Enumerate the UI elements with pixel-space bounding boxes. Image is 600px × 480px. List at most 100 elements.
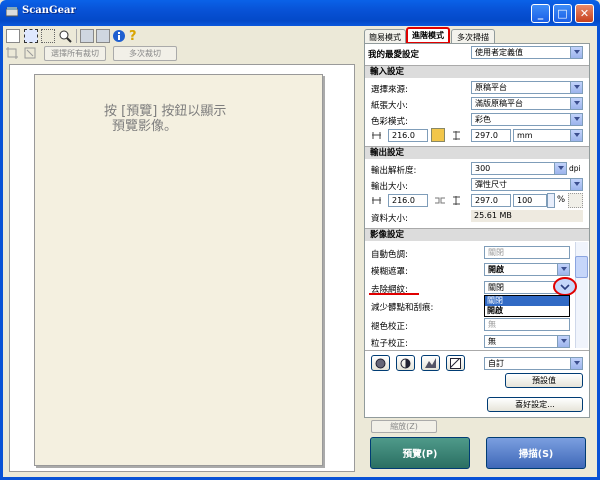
zoom-icon[interactable] [58, 29, 72, 43]
close-button[interactable]: ✕ [575, 4, 594, 23]
chevron-down-icon [557, 336, 569, 347]
scangear-app-icon [6, 7, 18, 17]
crop-frame-icon[interactable] [24, 29, 38, 43]
height-icon [453, 196, 460, 205]
auto-crop-icon [6, 47, 18, 59]
tab-advanced-mode[interactable]: 進階模式 [406, 27, 450, 44]
chevron-down-icon [554, 163, 566, 174]
fading-correction-select: 無 [484, 318, 570, 331]
rotate-left-icon[interactable] [80, 29, 94, 43]
auto-tone-select: 關閉 [484, 246, 570, 259]
output-resolution-label: 輸出解析度: [371, 166, 417, 176]
scale-spinner[interactable] [547, 193, 555, 208]
paper-size-select[interactable]: 滿版原稿平台 [471, 97, 583, 110]
image-settings-header[interactable]: 影像設定 [365, 228, 589, 241]
lock-aspect-icon[interactable] [431, 128, 445, 142]
grain-correction-label: 粒子校正: [371, 339, 408, 349]
unsharp-mask-select[interactable]: 開啟 [484, 263, 570, 276]
preview-instruction-line2: 預覽影像。 [112, 119, 178, 134]
paper-size-label: 紙張大小: [371, 101, 408, 111]
descreen-value: 關閉 [488, 283, 504, 292]
scan-button[interactable]: 掃描(S) [486, 437, 586, 469]
width-icon [372, 197, 381, 204]
minimize-button[interactable]: _ [531, 4, 550, 23]
preferences-button[interactable]: 喜好設定... [487, 397, 583, 412]
unit-select[interactable]: mm [513, 129, 583, 142]
window-title: ScanGear [22, 5, 76, 16]
data-size-value: 25.61 MB [471, 210, 583, 222]
chevron-down-icon [570, 82, 582, 93]
tone-preset-value: 自訂 [488, 359, 504, 368]
fading-correction-label: 褪色校正: [371, 322, 408, 332]
zoom-button[interactable]: 縮放(Z) [371, 420, 437, 433]
dropdown-option-on[interactable]: 開啟 [485, 306, 569, 316]
toolbar-divider [76, 29, 77, 43]
preview-instruction-line1: 按 [預覽] 按鈕以顯示 [104, 104, 227, 119]
scale-field[interactable]: 100 [513, 194, 547, 207]
percent-label: % [557, 195, 566, 205]
grain-correction-value: 無 [488, 337, 496, 346]
output-resolution-value: 300 [475, 164, 491, 173]
preview-instruction: 按 [預覽] 按鈕以顯示 預覽影像。 [104, 104, 226, 134]
brightness-contrast-icon[interactable] [371, 355, 390, 371]
tab-multi-scan[interactable]: 多次掃描 [451, 29, 495, 44]
auto-tone-value: 關閉 [488, 248, 504, 257]
dropdown-option-off[interactable]: 關閉 [485, 296, 569, 306]
chevron-down-icon [557, 264, 569, 275]
link-icon[interactable] [434, 195, 446, 206]
dpi-unit-label: dpi [569, 164, 581, 173]
color-mode-select[interactable]: 彩色 [471, 113, 583, 126]
remove-crop-icon [24, 47, 36, 59]
select-all-icon[interactable] [41, 29, 55, 43]
input-settings-header[interactable]: 輸入設定 [365, 65, 589, 78]
thumbnail-view-icon[interactable] [6, 29, 20, 43]
chevron-down-icon [570, 358, 582, 369]
rotate-right-icon[interactable] [96, 29, 110, 43]
help-icon[interactable]: ? [127, 28, 139, 43]
width-icon [372, 132, 381, 139]
favorite-settings-select[interactable]: 使用者定義值 [471, 46, 583, 59]
color-mode-label: 色彩模式: [371, 117, 408, 127]
histogram-icon[interactable] [396, 355, 415, 371]
maximize-button[interactable]: □ [553, 4, 572, 23]
output-settings-header[interactable]: 輸出設定 [365, 146, 589, 159]
output-size-label: 輸出大小: [371, 182, 408, 192]
output-width-field[interactable]: 216.0 [388, 194, 428, 207]
auto-tone-label: 自動色調: [371, 250, 408, 260]
select-all-crops-button[interactable]: 選擇所有裁切 [44, 46, 106, 61]
grain-correction-select[interactable]: 無 [484, 335, 570, 348]
info-icon[interactable] [112, 29, 126, 43]
tone-preset-select[interactable]: 自訂 [484, 357, 583, 370]
input-height-field[interactable]: 297.0 [471, 129, 511, 142]
descreen-dropdown-chevron-icon[interactable] [553, 277, 577, 296]
defaults-button[interactable]: 預設值 [505, 373, 583, 388]
unit-value: mm [517, 131, 533, 140]
dust-scratch-label: 減少髒點和刮痕: [371, 303, 434, 313]
color-mode-value: 彩色 [475, 115, 491, 124]
chevron-down-icon [570, 98, 582, 109]
tone-curve-icon[interactable] [421, 355, 440, 371]
source-label: 選擇來源: [371, 85, 408, 95]
preview-button[interactable]: 預覽(P) [370, 437, 470, 469]
input-width-field[interactable]: 216.0 [388, 129, 428, 142]
output-size-select[interactable]: 彈性尺寸 [471, 178, 583, 191]
output-size-value: 彈性尺寸 [475, 180, 507, 189]
output-resolution-select[interactable]: 300 [471, 162, 567, 175]
multi-crop-button[interactable]: 多次裁切 [113, 46, 177, 61]
fading-correction-value: 無 [488, 320, 496, 329]
threshold-icon[interactable] [446, 355, 465, 371]
paper-size-value: 滿版原稿平台 [475, 99, 523, 108]
tab-basic-mode[interactable]: 簡易模式 [364, 29, 406, 44]
output-height-field[interactable]: 297.0 [471, 194, 511, 207]
data-size-label: 資料大小: [371, 214, 408, 224]
descreen-highlight-underline [369, 293, 419, 295]
favorite-settings-label: 我的最愛設定 [368, 50, 420, 60]
save-size-icon[interactable] [568, 193, 583, 208]
source-select[interactable]: 原稿平台 [471, 81, 583, 94]
chevron-down-icon [570, 47, 582, 58]
divider [365, 350, 589, 351]
chevron-down-icon [570, 114, 582, 125]
scrollbar-thumb[interactable] [575, 256, 588, 278]
svg-text:?: ? [129, 29, 137, 43]
height-icon [453, 131, 460, 140]
